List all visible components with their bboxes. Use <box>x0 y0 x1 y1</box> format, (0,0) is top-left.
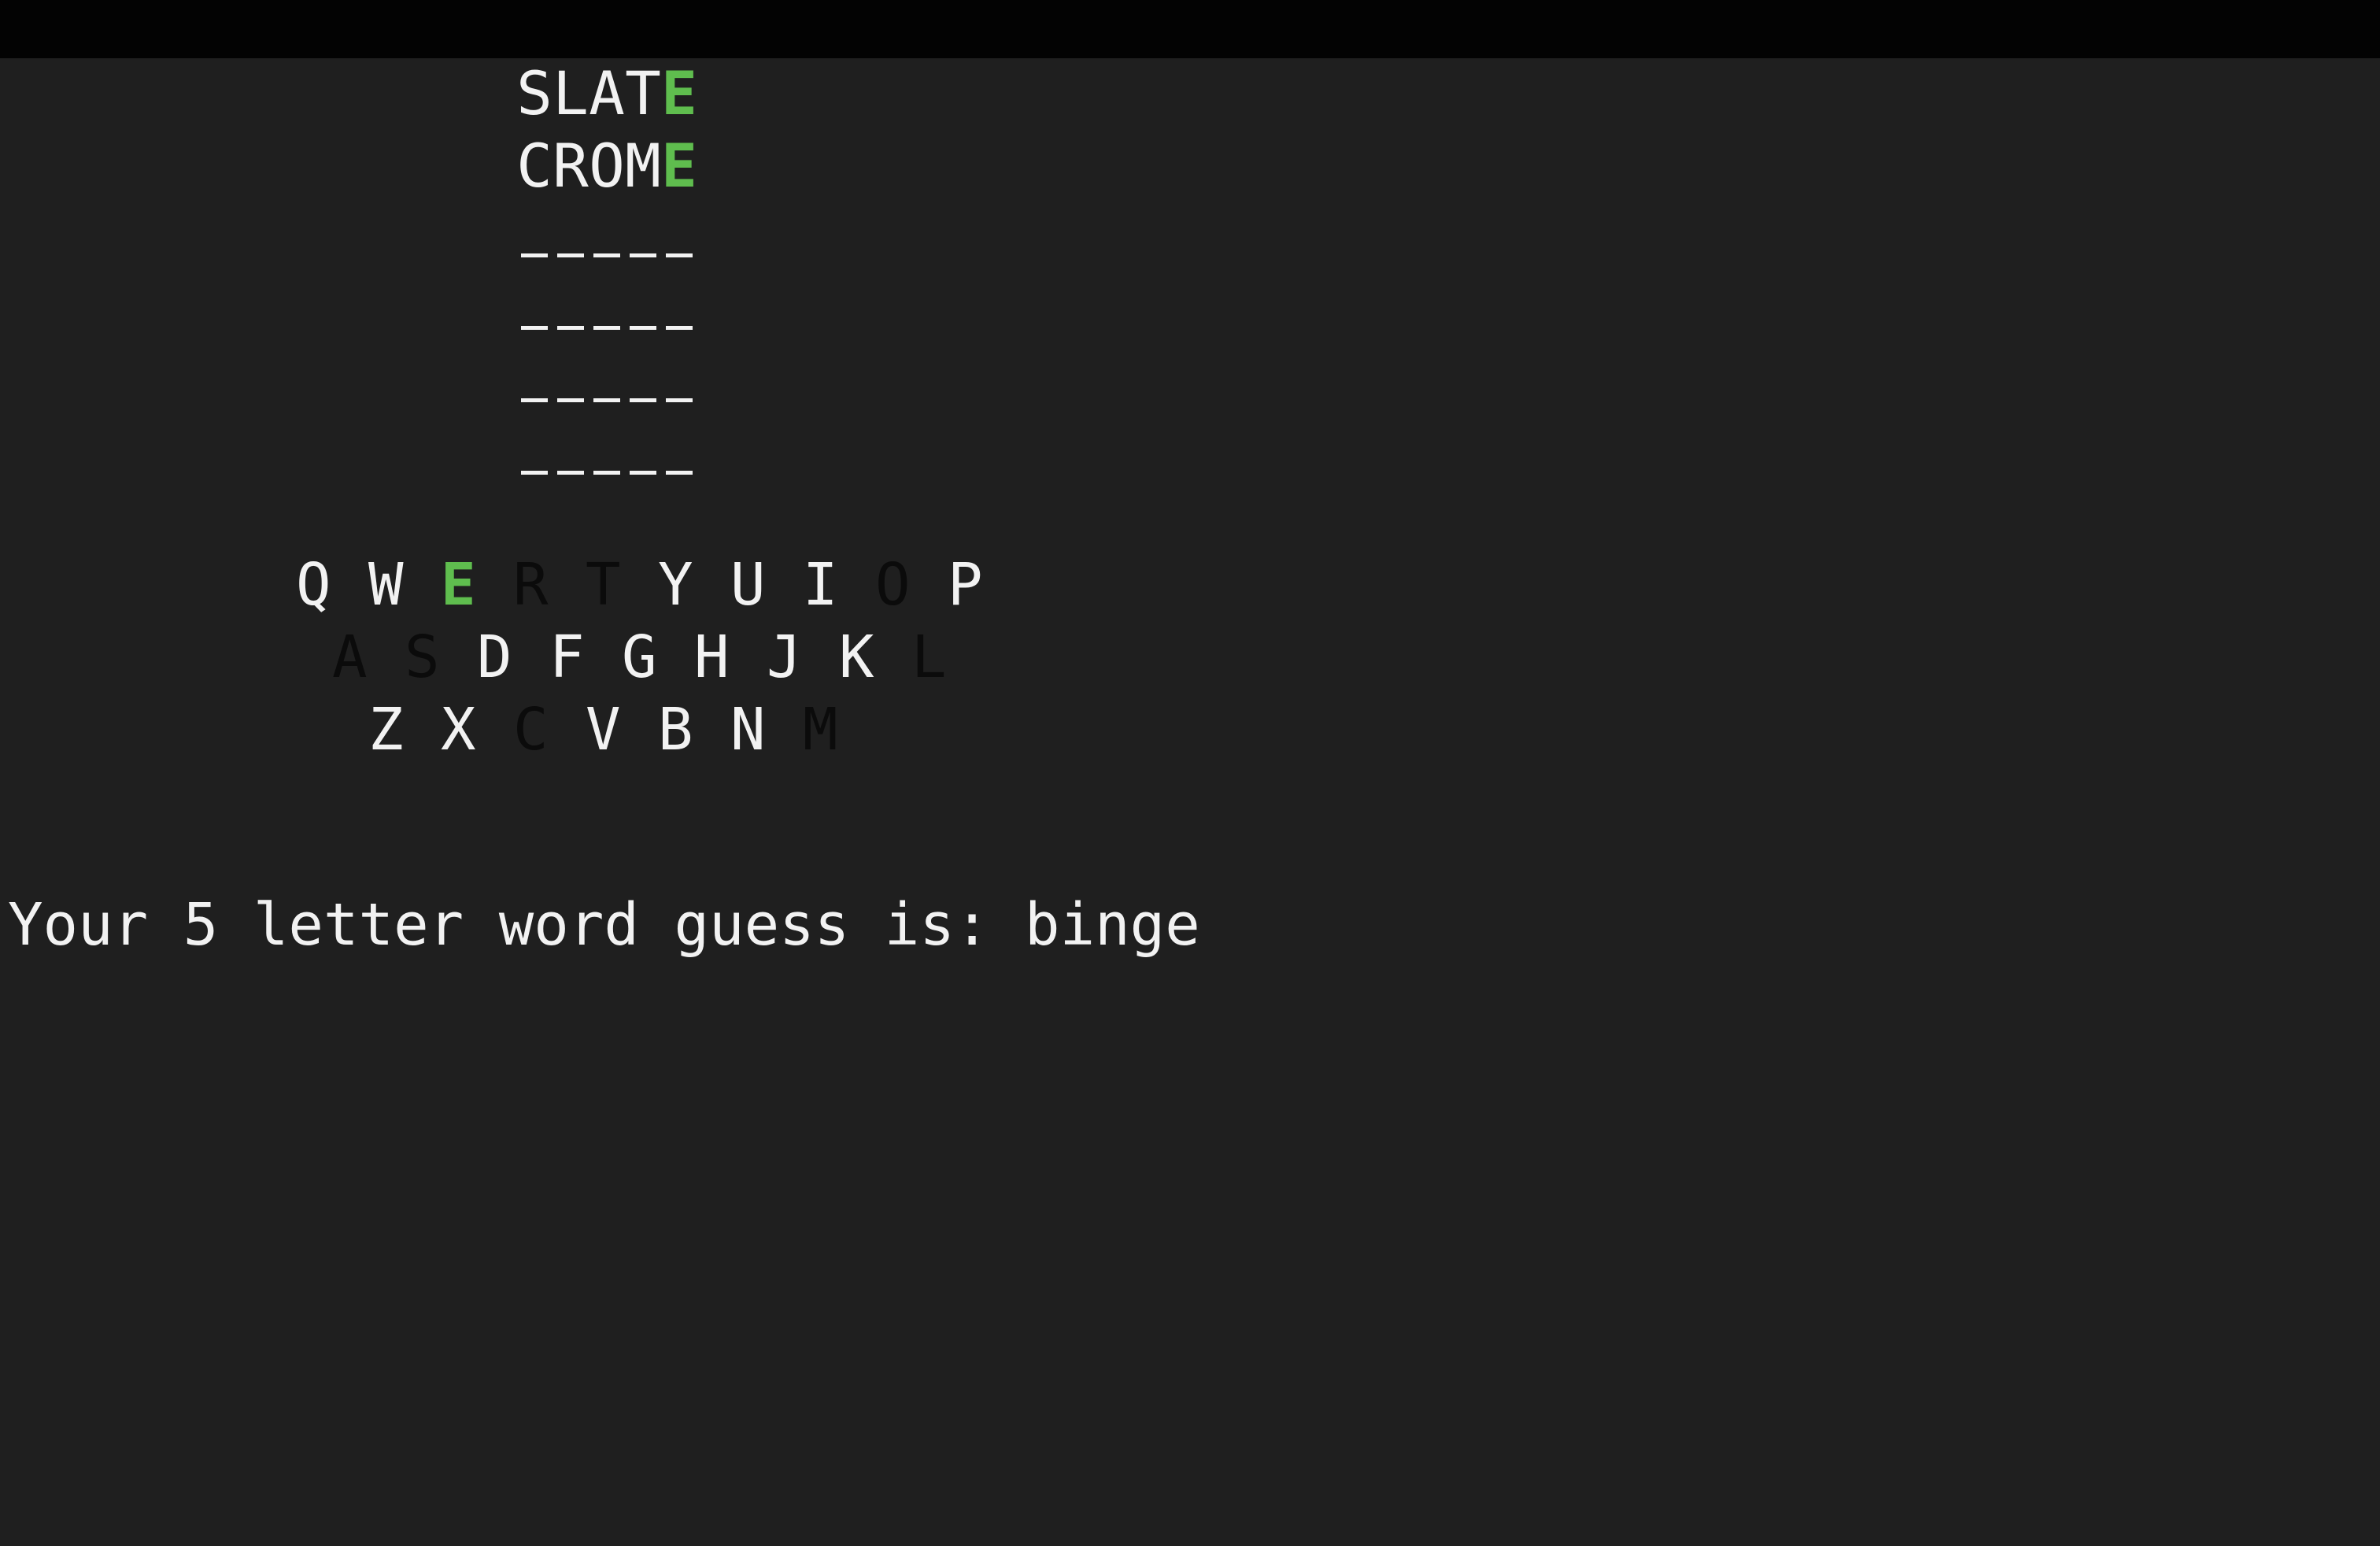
blank-letter-slot <box>521 253 548 257</box>
keyboard-row: ZXCVBNM <box>368 694 875 765</box>
keyboard-letter: S <box>405 623 440 691</box>
guess-letter: E <box>661 58 697 128</box>
keyboard-letter: P <box>948 551 983 619</box>
keyboard-letter: N <box>730 696 766 764</box>
guess-letter: O <box>589 131 625 201</box>
keyboard-letter: K <box>839 623 874 691</box>
keyboard-row: QWERTYUIOP <box>296 549 1020 620</box>
blank-letter-slot <box>593 398 620 402</box>
keyboard-row: ASDFGHJKL <box>332 622 984 693</box>
keyboard-letter: D <box>477 623 512 691</box>
keyboard-letter: F <box>549 623 585 691</box>
keyboard-letter: B <box>658 696 693 764</box>
guess-row: SLATE <box>516 58 697 129</box>
empty-guess-row <box>516 326 697 357</box>
keyboard-letter: U <box>730 551 766 619</box>
keyboard-letter: I <box>803 551 838 619</box>
guess-letter: L <box>552 58 589 128</box>
blank-letter-slot <box>630 398 656 402</box>
blank-letter-slot <box>666 398 693 402</box>
keyboard-letter: T <box>586 551 621 619</box>
keyboard-letter: O <box>875 551 911 619</box>
blank-letter-slot <box>557 326 584 330</box>
blank-letter-slot <box>521 326 548 330</box>
blank-letter-slot <box>593 253 620 257</box>
blank-letter-slot <box>666 253 693 257</box>
blank-letter-slot <box>521 398 548 402</box>
blank-letter-slot <box>557 471 584 475</box>
blank-letter-slot <box>630 326 656 330</box>
blank-letter-slot <box>630 471 656 475</box>
blank-letter-slot <box>521 471 548 475</box>
guess-row: CROME <box>516 131 697 202</box>
guess-letter: A <box>589 58 625 128</box>
keyboard-letter: L <box>911 623 947 691</box>
window-title-bar <box>0 0 2380 58</box>
guess-letter: M <box>625 131 661 201</box>
blank-letter-slot <box>557 253 584 257</box>
guess-input-text[interactable]: binge <box>1025 891 1200 959</box>
blank-letter-slot <box>630 253 656 257</box>
keyboard-letter: R <box>513 551 549 619</box>
guess-prompt-label: Your 5 letter word guess is: <box>8 891 1026 959</box>
guess-letter: S <box>516 58 552 128</box>
keyboard-letter: A <box>332 623 368 691</box>
empty-guess-row <box>516 471 697 502</box>
keyboard-letter: W <box>368 551 404 619</box>
keyboard-letter: X <box>441 696 476 764</box>
blank-letter-slot <box>666 471 693 475</box>
blank-letter-slot <box>593 326 620 330</box>
keyboard-letter: V <box>586 696 621 764</box>
keyboard-letter: C <box>513 696 549 764</box>
guess-letter: T <box>625 58 661 128</box>
keyboard-letter: Y <box>658 551 693 619</box>
keyboard-letter: G <box>622 623 657 691</box>
empty-guess-row <box>516 253 697 285</box>
guess-letter: R <box>552 131 589 201</box>
blank-letter-slot <box>593 471 620 475</box>
empty-guess-row <box>516 398 697 430</box>
guess-letter: C <box>516 131 552 201</box>
keyboard-letter: M <box>803 696 838 764</box>
keyboard-letter: H <box>694 623 730 691</box>
guess-prompt-line[interactable]: Your 5 letter word guess is: binge <box>8 890 1200 960</box>
keyboard-letter: Z <box>368 696 404 764</box>
keyboard-letter: J <box>767 623 802 691</box>
keyboard-letter: E <box>441 551 476 619</box>
blank-letter-slot <box>666 326 693 330</box>
keyboard-letter: Q <box>296 551 331 619</box>
guess-letter: E <box>661 131 697 201</box>
blank-letter-slot <box>557 398 584 402</box>
terminal-output: SLATE CROME QWERTYUIOPASDFGHJKLZXCVBNM Yo… <box>0 58 2380 1546</box>
